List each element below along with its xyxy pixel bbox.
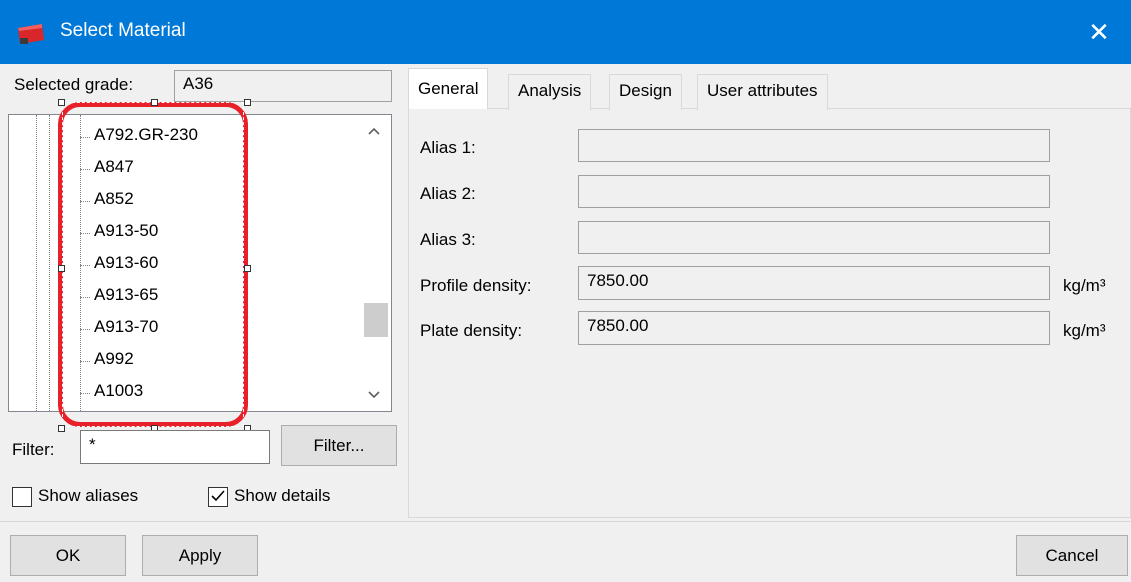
tree-guide-line bbox=[49, 115, 50, 411]
resize-handle[interactable] bbox=[58, 99, 65, 106]
resize-handle[interactable] bbox=[58, 265, 65, 272]
plate-density-field[interactable]: 7850.00 bbox=[578, 311, 1050, 345]
profile-density-label: Profile density: bbox=[420, 276, 532, 295]
show-details-label[interactable]: Show details bbox=[234, 486, 330, 506]
chevron-down-icon[interactable] bbox=[357, 381, 391, 411]
cancel-button[interactable]: Cancel bbox=[1016, 535, 1128, 576]
alias1-label: Alias 1: bbox=[420, 138, 476, 157]
filter-label: Filter: bbox=[12, 440, 55, 459]
tree-guide-line bbox=[36, 115, 37, 411]
apply-button[interactable]: Apply bbox=[142, 535, 258, 576]
tab-analysis[interactable]: Analysis bbox=[508, 74, 592, 110]
checkmark-icon bbox=[211, 490, 225, 502]
resize-handle[interactable] bbox=[244, 99, 251, 106]
chevron-up-icon[interactable] bbox=[357, 117, 391, 147]
show-details-checkbox[interactable] bbox=[208, 487, 228, 507]
tab-general[interactable]: General bbox=[408, 68, 489, 109]
alias2-label: Alias 2: bbox=[420, 184, 476, 203]
ok-button-label: OK bbox=[55, 545, 81, 565]
plate-density-unit: kg/m³ bbox=[1063, 321, 1106, 340]
close-icon[interactable]: ✕ bbox=[1067, 0, 1131, 64]
alias1-field[interactable] bbox=[578, 129, 1050, 162]
window-title: Select Material bbox=[60, 20, 186, 41]
material-icon bbox=[18, 24, 44, 44]
alias2-field[interactable] bbox=[578, 175, 1050, 208]
selected-grade-label: Selected grade: bbox=[14, 75, 134, 94]
alias3-label: Alias 3: bbox=[420, 230, 476, 249]
apply-button-label: Apply bbox=[178, 545, 222, 565]
alias3-field[interactable] bbox=[578, 221, 1050, 254]
filter-input[interactable]: * bbox=[80, 430, 270, 464]
tree-scrollbar[interactable] bbox=[357, 115, 391, 411]
filter-button-label: Filter... bbox=[313, 435, 365, 455]
show-aliases-checkbox[interactable] bbox=[12, 487, 32, 507]
scroll-thumb[interactable] bbox=[364, 303, 388, 337]
profile-density-field[interactable]: 7850.00 bbox=[578, 266, 1050, 300]
cancel-button-label: Cancel bbox=[1045, 545, 1099, 565]
selection-dash-frame bbox=[62, 102, 244, 427]
plate-density-label: Plate density: bbox=[420, 321, 523, 340]
tab-user-attributes[interactable]: User attributes bbox=[697, 74, 828, 110]
filter-button[interactable]: Filter... bbox=[281, 425, 397, 466]
title-bar: Select Material ✕ bbox=[0, 0, 1131, 64]
resize-handle[interactable] bbox=[244, 265, 251, 272]
resize-handle[interactable] bbox=[151, 99, 158, 106]
resize-handle[interactable] bbox=[58, 425, 65, 432]
ok-button[interactable]: OK bbox=[10, 535, 126, 576]
show-aliases-label[interactable]: Show aliases bbox=[38, 486, 138, 506]
profile-density-unit: kg/m³ bbox=[1063, 276, 1106, 295]
tab-design[interactable]: Design bbox=[609, 74, 682, 110]
footer-divider bbox=[0, 521, 1131, 522]
selected-grade-field: A36 bbox=[174, 70, 392, 102]
